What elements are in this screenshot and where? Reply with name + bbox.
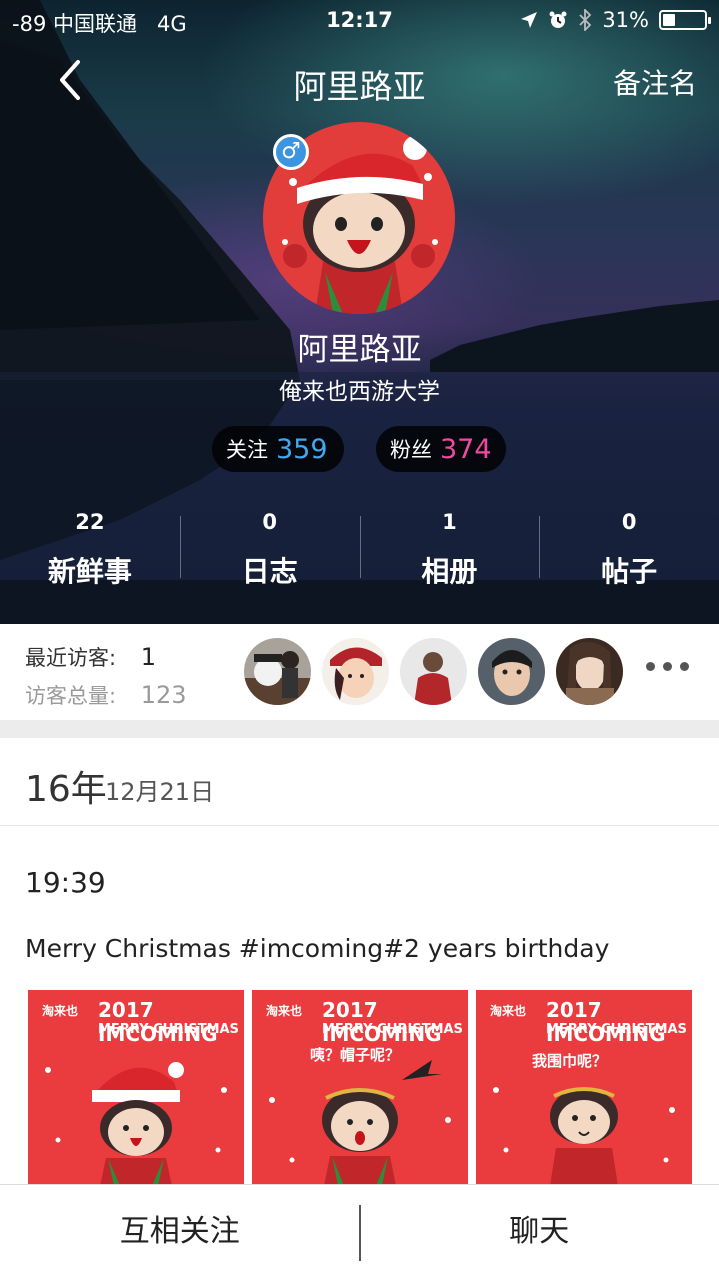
bottom-divider [359, 1205, 361, 1261]
stat-posts[interactable]: 0 帖子 [539, 508, 719, 590]
male-gender-icon: ♂ [273, 134, 309, 170]
feed-date-day: 12月21日 [105, 778, 215, 806]
status-bar: -89 中国联通 4G 12:17 31% [0, 0, 719, 40]
fans-label: 粉丝 [390, 438, 432, 462]
visitor-avatar-image [556, 638, 623, 705]
following-label: 关注 [226, 438, 268, 462]
mutual-follow-button[interactable]: 互相关注 [0, 1185, 360, 1280]
profile-header: -89 中国联通 4G 12:17 31% 阿里路亚 备注名 ♂ 阿里路亚 俺来… [0, 0, 719, 624]
post-image-grid: 淘来也 2017 IMCOMING MERRY CHRISTMAS 淘来也 20… [28, 990, 692, 1186]
bluetooth-icon [579, 9, 592, 31]
visitor-avatar[interactable] [400, 638, 467, 705]
recent-visitors-label: 最近访客: [25, 646, 117, 670]
recent-visitors-row: 最近访客: 1 [25, 642, 156, 672]
post-text: Merry Christmas #imcoming#2 years birthd… [25, 934, 610, 963]
location-arrow-icon [521, 12, 538, 28]
total-visitors-label: 访客总量: [25, 684, 117, 708]
stat-album[interactable]: 1 相册 [359, 508, 540, 590]
stat-label: 相册 [421, 555, 478, 588]
section-divider [0, 720, 719, 738]
more-visitors-icon[interactable] [646, 662, 689, 671]
feed-date-year: 16年 [25, 769, 107, 810]
stat-count: 1 [442, 510, 457, 534]
visitors-section[interactable]: 最近访客: 1 访客总量: 123 [0, 624, 719, 720]
visitor-avatar[interactable] [244, 638, 311, 705]
profile-school: 俺来也西游大学 [279, 379, 440, 405]
stat-label: 日志 [241, 555, 298, 588]
status-icons: 31% [520, 8, 711, 32]
nav-title: 阿里路亚 [293, 67, 426, 106]
monkey-no-scarf-illustration [493, 1087, 675, 1186]
visitor-avatar-image [322, 638, 389, 705]
remark-name-button[interactable]: 备注名 [613, 62, 697, 102]
stat-label: 帖子 [601, 555, 658, 588]
recent-visitors-count: 1 [140, 643, 157, 671]
post-image[interactable]: 淘来也 2017 IMCOMING MERRY CHRISTMAS [28, 990, 244, 1186]
visitor-avatar-image [478, 638, 545, 705]
battery-fill [663, 14, 676, 26]
visitor-avatar-image [244, 638, 311, 705]
feed-date-header: 16年 12月21日 [0, 738, 719, 826]
alarm-icon [549, 11, 567, 28]
bottom-action-bar: 互相关注 聊天 [0, 1184, 719, 1280]
visitor-avatar[interactable] [556, 638, 623, 705]
monkey-no-hat-illustration [269, 1060, 451, 1186]
profile-stats: 22 新鲜事 0 日志 1 相册 0 帖子 [0, 508, 719, 590]
following-count: 359 [276, 433, 328, 465]
visitor-avatar-image [400, 638, 467, 705]
post-image[interactable]: 淘来也 2017 IMCOMING MERRY CHRISTMAS 我围巾呢？ [476, 990, 692, 1186]
stat-count: 22 [75, 510, 105, 534]
visitor-avatar[interactable] [322, 638, 389, 705]
post-image[interactable]: 淘来也 2017 IMCOMING MERRY CHRISTMAS 咦？帽子呢？ [252, 990, 468, 1186]
stat-label: 新鲜事 [47, 555, 132, 588]
total-visitors-row: 访客总量: 123 [25, 680, 187, 710]
stat-count: 0 [262, 510, 277, 534]
following-count-button[interactable]: 关注 359 [212, 426, 344, 472]
stat-blog[interactable]: 0 日志 [179, 508, 360, 590]
fans-count: 374 [440, 433, 492, 465]
stat-news-feed[interactable]: 22 新鲜事 [0, 508, 180, 590]
chat-button[interactable]: 聊天 [360, 1185, 719, 1280]
visitor-avatars [244, 638, 623, 705]
total-visitors-count: 123 [140, 681, 187, 709]
battery-icon [659, 10, 711, 30]
post-time: 19:39 [25, 866, 106, 899]
visitor-avatar[interactable] [478, 638, 545, 705]
santa-monkey-illustration [45, 1062, 227, 1186]
stat-count: 0 [621, 510, 637, 534]
battery-percent: 31% [602, 8, 649, 32]
fans-count-button[interactable]: 粉丝 374 [376, 426, 506, 472]
profile-name: 阿里路亚 [297, 332, 422, 368]
navigation-bar: 阿里路亚 备注名 [0, 48, 719, 112]
